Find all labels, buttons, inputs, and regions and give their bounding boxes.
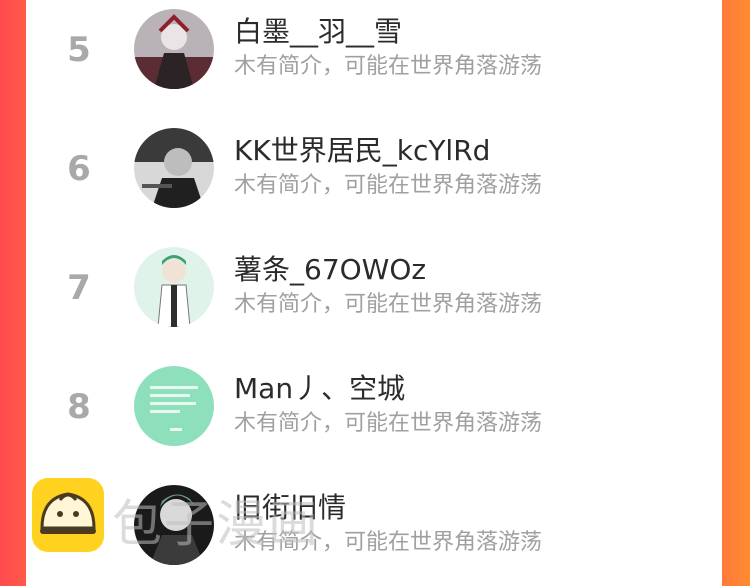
user-name[interactable]: 白墨__羽__雪 <box>234 10 402 50</box>
watermark-text: 包子漫画 <box>112 495 320 553</box>
rank-number: 5 <box>67 30 91 70</box>
rank-number: 8 <box>67 387 91 427</box>
user-name[interactable]: KK世界居民_kcYlRd <box>234 129 490 169</box>
list-item[interactable]: 5 白墨__羽__雪 木有简介，可能在世界角落游荡 <box>26 0 722 110</box>
list-item[interactable]: 7 薯条_67OWOz 木有简介，可能在世界角落游荡 <box>26 238 722 348</box>
avatar[interactable] <box>134 128 214 208</box>
bun-icon <box>32 478 104 552</box>
avatar[interactable] <box>134 9 214 89</box>
avatar[interactable] <box>134 366 214 446</box>
rank-number: 6 <box>67 149 91 189</box>
user-bio: 木有简介，可能在世界角落游荡 <box>234 292 543 317</box>
user-bio: 木有简介，可能在世界角落游荡 <box>234 411 543 436</box>
rank-number: 7 <box>67 268 91 308</box>
user-bio: 木有简介，可能在世界角落游荡 <box>234 54 543 79</box>
user-name[interactable]: 薯条_67OWOz <box>234 248 426 288</box>
list-item[interactable]: 8 Man丿、空城 木有简介，可能在世界角落游荡 <box>26 357 722 467</box>
user-bio: 木有简介，可能在世界角落游荡 <box>234 173 543 198</box>
user-name[interactable]: Man丿、空城 <box>234 367 405 407</box>
list-item[interactable]: 6 KK世界居民_kcYlRd 木有简介，可能在世界角落游荡 <box>26 119 722 229</box>
avatar[interactable] <box>134 247 214 327</box>
